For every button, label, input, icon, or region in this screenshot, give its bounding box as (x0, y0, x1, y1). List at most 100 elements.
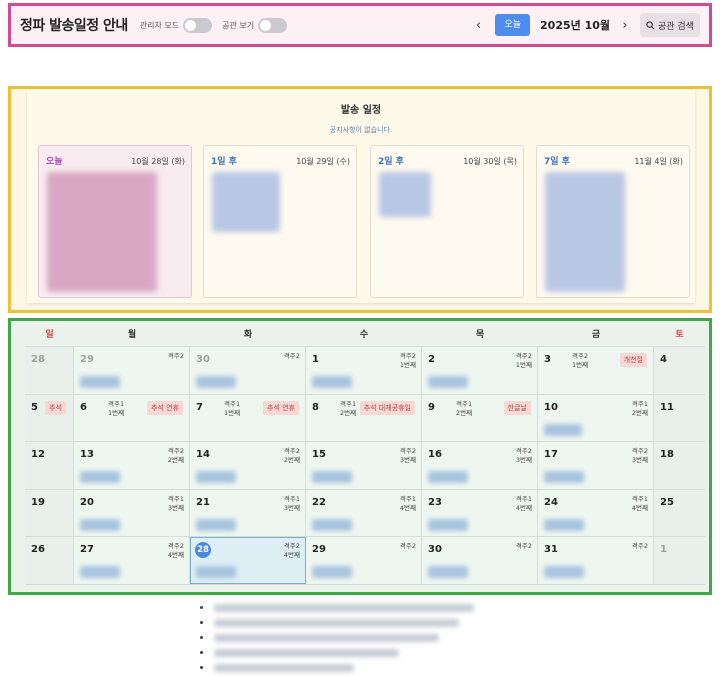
calendar-day-cell[interactable]: 29 격주2 (306, 537, 422, 584)
today-button[interactable]: 오늘 (495, 14, 531, 36)
calendar-day-cell[interactable]: 21 격주1 3번째 (190, 489, 306, 536)
calendar-day-cell[interactable]: 7 추석 연휴 격주1 1번째 (190, 394, 306, 441)
schedule-box: 발송 일정 공지사항이 없습니다. 오늘 10월 28일 (화) 1일 후 10월 … (27, 89, 695, 303)
biweekly-info-line: 격주1 (515, 494, 532, 503)
schedule-entry-blurred (544, 471, 584, 483)
schedule-entry-blurred (196, 471, 236, 483)
biweekly-info-line: 1번째 (572, 361, 589, 370)
day-number: 9 (428, 401, 435, 413)
calendar-day-cell[interactable]: 14 격주2 2번째 (190, 442, 306, 489)
calendar-day-cell[interactable]: 12 (25, 442, 74, 489)
calendar-day-cell[interactable]: 26 (25, 537, 74, 584)
calendar-day-cell[interactable]: 30 격주2 (422, 537, 538, 584)
biweekly-info-line: 격주1 (456, 399, 473, 408)
biweekly-info-line: 격주2 (572, 352, 589, 360)
day-number: 2 (428, 354, 435, 365)
biweekly-info-line: 3번째 (283, 503, 300, 512)
schedule-card-today: 오늘 10월 28일 (화) (38, 145, 192, 298)
day-number: 4 (660, 354, 667, 365)
day-number: 25 (660, 496, 674, 508)
biweekly-info: 격주2 3번째 (400, 447, 416, 466)
calendar-day-cell[interactable]: 17 격주2 3번째 (538, 442, 654, 489)
calendar-day-cell[interactable]: 31 격주2 (538, 537, 654, 584)
biweekly-info-line: 격주1 (631, 399, 648, 408)
biweekly-info: 격주1 1번째 (224, 400, 240, 419)
calendar-day-cell[interactable]: 20 격주1 3번째 (74, 489, 190, 536)
biweekly-info: 격주2 1번째 (516, 352, 532, 371)
schedule-entry-blurred (196, 518, 236, 531)
schedule-card-7day: 7일 후 11월 4일 (화) (536, 145, 690, 298)
calendar-day-cell[interactable]: 18 (654, 442, 705, 489)
biweekly-info: 격주1 2번째 (632, 400, 648, 419)
calendar-day-cell[interactable]: 22 격주1 4번째 (306, 489, 422, 536)
calendar-day-cell[interactable]: 24 격주1 4번째 (538, 489, 654, 536)
calendar-day-cell[interactable]: 16 격주2 3번째 (422, 442, 538, 489)
calendar-day-cell[interactable]: 13 격주2 2번째 (74, 442, 190, 489)
biweekly-info-line: 1번째 (224, 408, 241, 417)
calendar-day-cell[interactable]: 6 추석 연휴 격주1 1번째 (74, 394, 190, 441)
day-number: 1 (660, 544, 667, 555)
biweekly-info: 격주2 4번째 (168, 542, 184, 561)
schedule-entry-blurred (196, 376, 236, 388)
calendar-day-cell[interactable]: 4 (654, 347, 705, 394)
day-number: 12 (31, 449, 45, 460)
calendar-week-row: 12 13 격주2 2번째 14 격주2 2번째 15 격주2 3번째 16 격주2 3번째 17 격주2 3… (25, 442, 705, 490)
schedule-entry-blurred (80, 376, 120, 388)
day-number: 30 (428, 544, 442, 555)
list-item (200, 615, 500, 630)
biweekly-info: 격주2 2번째 (168, 447, 184, 466)
calendar-day-cell[interactable]: 30 격주2 (190, 347, 306, 394)
calendar-day-cell[interactable]: 19 (25, 489, 74, 536)
calendar-day-cell[interactable]: 9 한글날 격주1 2번째 (422, 394, 538, 441)
card-date: 10월 28일 (화) (131, 157, 185, 166)
calendar-week-row: 19 20 격주1 3번째 21 격주1 3번째 22 격주1 4번째 23 격주1 4번째 24 격주1 4… (25, 489, 705, 537)
day-number: 18 (660, 449, 674, 460)
prev-month-icon[interactable]: ‹ (467, 18, 489, 33)
day-number: 15 (312, 449, 326, 460)
search-button[interactable]: 공관 검색 (640, 13, 700, 37)
calendar-day-cell[interactable]: 28 (25, 347, 74, 394)
biweekly-info: 격주1 4번째 (400, 495, 416, 514)
calendar-day-cell[interactable]: 28 격주2 4번째 (190, 537, 306, 584)
biweekly-info-line: 격주2 (283, 542, 300, 550)
next-month-icon[interactable]: › (614, 18, 636, 33)
day-number: 26 (31, 544, 45, 555)
schedule-panel: 발송 일정 공지사항이 없습니다. 오늘 10월 28일 (화) 1일 후 10월 … (8, 86, 712, 313)
biweekly-info-line: 격주2 (515, 542, 532, 550)
calendar-day-cell[interactable]: 25 (654, 489, 705, 536)
today-date-marker: 28 (195, 542, 211, 558)
schedule-entry-blurred (428, 376, 468, 388)
page-title: 정파 발송일정 안내 (20, 18, 128, 34)
holiday-badge: 추석 대체공휴일 (359, 400, 415, 415)
biweekly-info-line: 4번째 (515, 503, 532, 512)
biweekly-info-line: 4번째 (399, 503, 416, 512)
calendar-day-cell[interactable]: 1 (654, 537, 705, 584)
calendar-day-cell[interactable]: 1 격주2 1번째 (306, 347, 422, 394)
calendar-day-cell[interactable]: 29 격주2 (74, 347, 190, 394)
notes-list (200, 600, 500, 675)
schedule-entry-blurred (428, 518, 468, 531)
day-number: 14 (196, 449, 210, 460)
biweekly-info-line: 격주2 (515, 447, 532, 455)
current-month-label: 2025년 10월 (540, 19, 611, 32)
day-number: 29 (80, 354, 94, 365)
card-relative-day: 1일 후 (211, 157, 237, 167)
calendar-day-cell[interactable]: 27 격주2 4번째 (74, 537, 190, 584)
biweekly-info: 격주1 3번째 (284, 495, 300, 514)
calendar-day-cell[interactable]: 15 격주2 3번째 (306, 442, 422, 489)
calendar-day-cell[interactable]: 2 격주2 1번째 (422, 347, 538, 394)
biweekly-info: 격주2 (632, 542, 648, 551)
day-number: 19 (31, 496, 45, 508)
calendar-day-cell[interactable]: 8 추석 대체공휴일 격주1 2번째 (306, 394, 422, 441)
calendar-day-cell[interactable]: 11 (654, 394, 705, 441)
calendar-day-cell[interactable]: 10 격주1 2번째 (538, 394, 654, 441)
biweekly-info-line: 4번째 (167, 551, 184, 560)
admin-mode-toggle[interactable] (183, 17, 213, 33)
calendar-day-cell[interactable]: 3 개천절 격주2 1번째 (538, 347, 654, 394)
calendar-day-cell[interactable]: 23 격주1 4번째 (422, 489, 538, 536)
day-number: 5 (31, 401, 38, 413)
weekday-header-row: 일월화수목금토 (25, 323, 705, 347)
list-item (200, 660, 500, 675)
calendar-day-cell[interactable]: 5 추석 (25, 394, 74, 441)
gongji-view-toggle[interactable] (258, 17, 288, 33)
